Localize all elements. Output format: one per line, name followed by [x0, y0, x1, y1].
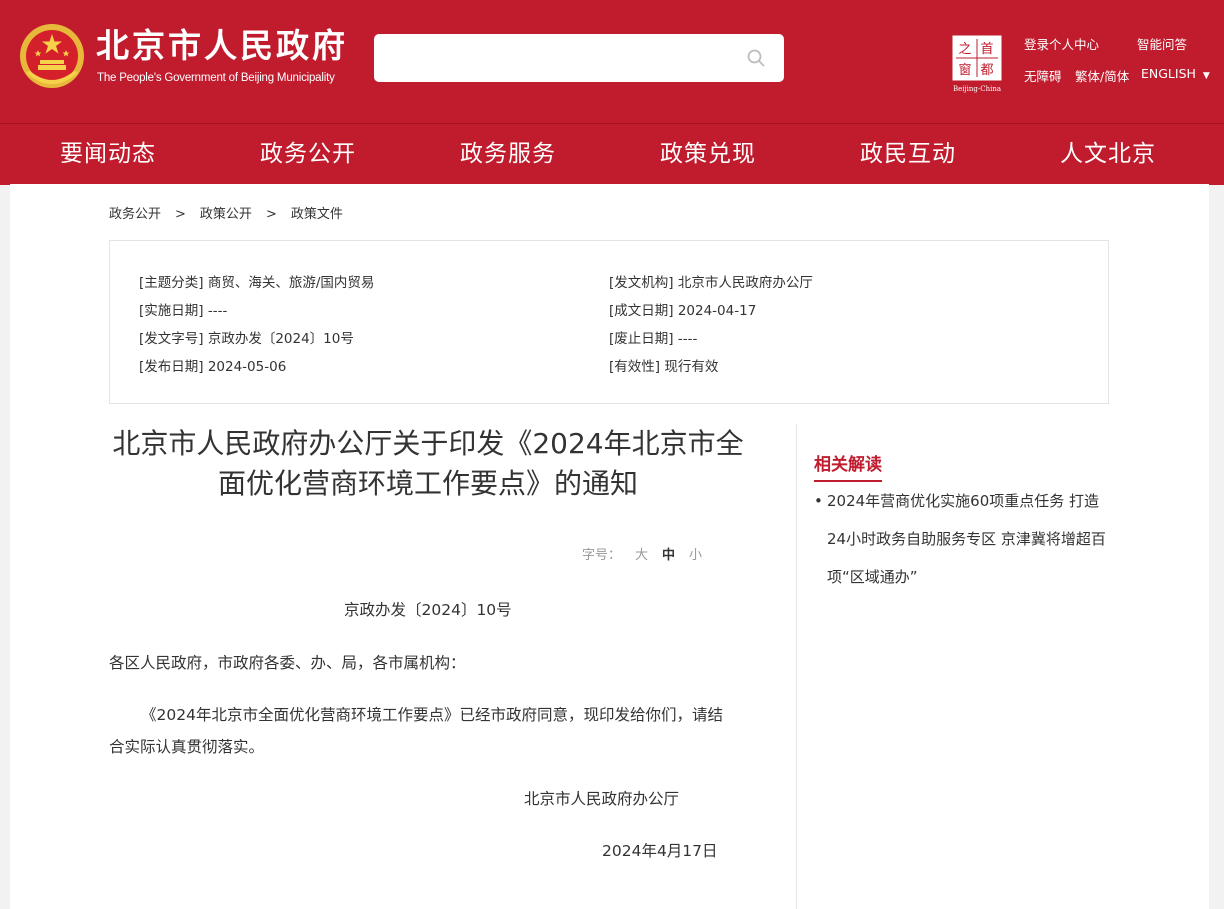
- document-title-line: 面优化营商环境工作要点》的通知: [217, 467, 638, 500]
- accessibility-link[interactable]: 无障碍: [1024, 66, 1062, 85]
- logo-char-chuang: 窗: [958, 62, 971, 78]
- meta-publish-date: [发布日期] 2024-05-06: [139, 359, 287, 375]
- nav-item-culture[interactable]: 人文北京: [1008, 124, 1208, 185]
- document-metadata-box: [109, 240, 1109, 404]
- font-size-selector: 字号： 大中小: [582, 544, 702, 563]
- document-signatory: 北京市人民政府办公厅: [524, 790, 680, 808]
- site-subtitle: The People's Government of Beijing Munic…: [97, 72, 335, 84]
- meta-written-date: [成文日期] 2024-04-17: [609, 303, 757, 319]
- caret-down-icon: ▼: [1202, 71, 1210, 81]
- related-interpretation-heading: 相关解读: [814, 450, 882, 482]
- document-date: 2024年4月17日: [602, 842, 718, 860]
- logo-char-du: 都: [980, 63, 993, 78]
- search-icon[interactable]: [746, 48, 766, 68]
- breadcrumb-separator: >: [175, 207, 186, 222]
- related-interpretation-text: 2024年营商优化实施60项重点任务 打造24小时政务自助服务专区 京津冀将增超…: [827, 492, 1106, 586]
- meta-repeal-date: [废止日期] ----: [609, 331, 698, 347]
- meta-topic: [主题分类] 商贸、海关、旅游/国内贸易: [139, 275, 375, 291]
- font-size-label: 字号：: [582, 548, 622, 563]
- english-link[interactable]: ENGLISH ▼: [1141, 66, 1210, 81]
- breadcrumb-item[interactable]: 政策公开: [200, 207, 252, 222]
- meta-validity: [有效性] 现行有效: [609, 359, 719, 375]
- nav-item-government-affairs[interactable]: 政务公开: [208, 124, 408, 185]
- nav-item-interaction[interactable]: 政民互动: [808, 124, 1008, 185]
- search-input[interactable]: [374, 34, 762, 82]
- related-interpretation-link[interactable]: • 2024年营商优化实施60项重点任务 打造24小时政务自助服务专区 京津冀将…: [814, 482, 1110, 596]
- main-nav: 要闻动态 政务公开 政务服务 政策兑现 政民互动 人文北京: [0, 123, 1224, 185]
- search-box[interactable]: [374, 34, 784, 82]
- document-title: 北京市人民政府办公厅关于印发《2024年北京市全 面优化营商环境工作要点》的通知: [108, 424, 748, 504]
- english-label: ENGLISH: [1141, 66, 1196, 81]
- nav-item-services[interactable]: 政务服务: [408, 124, 608, 185]
- document-body-line: 《2024年北京市全面优化营商环境工作要点》已经市政府同意，现印发给你们，请结: [141, 706, 723, 724]
- meta-doc-number: [发文字号] 京政办发〔2024〕10号: [139, 331, 354, 347]
- document-number: 京政办发〔2024〕10号: [344, 601, 512, 619]
- site-title[interactable]: 北京市人民政府: [96, 26, 348, 66]
- logo-caption: Beijing-China: [953, 85, 1001, 93]
- capital-window-logo[interactable]: 首 都 之 窗 Beijing-China: [950, 33, 1006, 93]
- meta-issuer: [发文机构] 北京市人民政府办公厅: [609, 275, 813, 291]
- nav-item-news[interactable]: 要闻动态: [8, 124, 208, 185]
- breadcrumb-item[interactable]: 政策文件: [291, 207, 343, 222]
- personal-center-link[interactable]: 个人中心: [1049, 34, 1099, 53]
- breadcrumb-item[interactable]: 政务公开: [109, 207, 161, 222]
- document-body-line: 合实际认真贯彻落实。: [109, 738, 265, 756]
- traditional-simplified-link[interactable]: 繁体/简体: [1075, 66, 1129, 85]
- national-emblem-icon: [20, 24, 84, 88]
- meta-effective-date: [实施日期] ----: [139, 303, 228, 319]
- bullet-icon: •: [814, 492, 823, 510]
- login-link[interactable]: 登录: [1024, 34, 1049, 53]
- font-size-small-button[interactable]: 小: [689, 548, 702, 563]
- breadcrumb: 政务公开 > 政策公开 > 政策文件: [109, 203, 343, 222]
- document-title-line: 北京市人民政府办公厅关于印发《2024年北京市全: [112, 427, 744, 460]
- logo-char-shou: 首: [980, 42, 993, 57]
- font-size-large-button[interactable]: 大: [635, 548, 648, 563]
- logo-char-zhi: 之: [958, 42, 971, 57]
- document-salutation: 各区人民政府，市政府各委、办、局，各市属机构：: [109, 654, 466, 672]
- breadcrumb-separator: >: [265, 207, 277, 222]
- column-divider: [796, 424, 797, 909]
- smart-qa-link[interactable]: 智能问答: [1137, 34, 1187, 53]
- nav-item-policy-fulfillment[interactable]: 政策兑现: [608, 124, 808, 185]
- font-size-medium-button[interactable]: 中: [662, 548, 675, 563]
- site-header: 北京市人民政府 The People's Government of Beiji…: [0, 0, 1224, 123]
